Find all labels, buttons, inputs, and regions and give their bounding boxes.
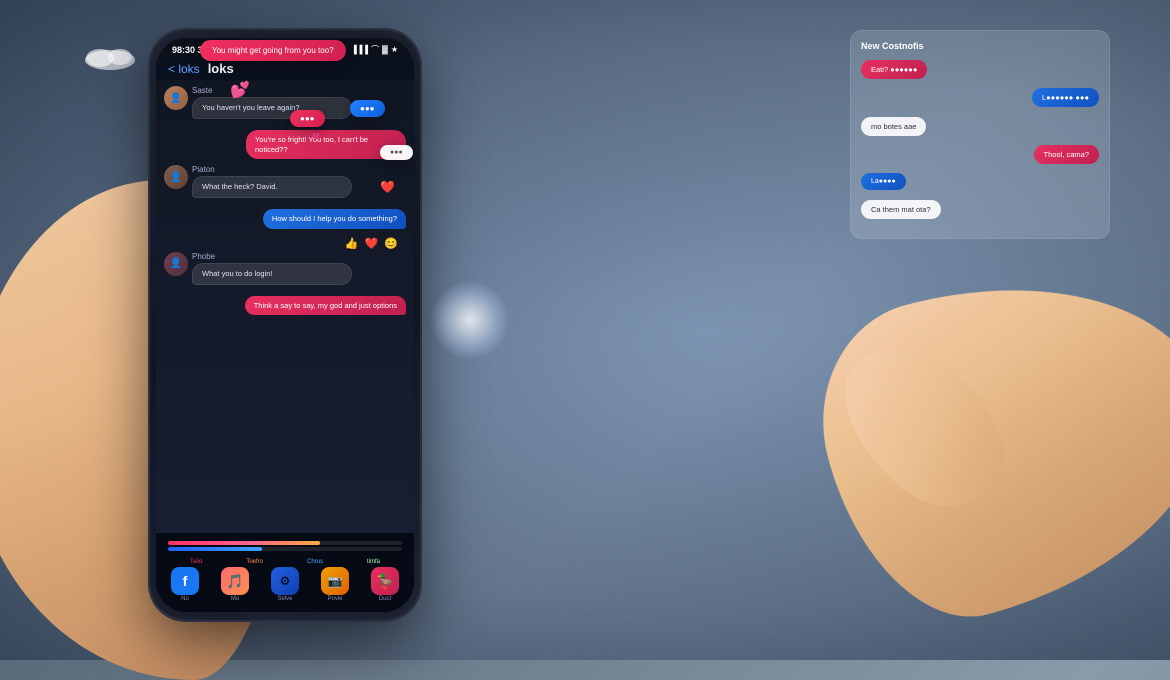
back-button[interactable]: < loks — [168, 62, 200, 76]
right-finger — [817, 319, 1029, 531]
phone-screen: 98:30 325 3:21 ▐▐▐ ⌒ ▓ ★ < loks loks 👤 — [156, 38, 414, 612]
bubble-piaton-1: What the heck? David. — [192, 176, 352, 198]
facebook-icon[interactable]: f — [171, 567, 199, 595]
cloud-row-4: Thool, cama? — [861, 145, 1099, 169]
progress-fill-1 — [168, 541, 320, 545]
avatar-piaton: 👤 — [164, 165, 188, 189]
cloud-bubble-2: L●●●●●● ●●● — [1032, 88, 1099, 107]
app-icon-wrap-music: 🎵 Mo — [221, 567, 249, 602]
cloud-bubble-1: Eati? ●●●●●● — [861, 60, 927, 79]
wifi-icon: ⌒ — [371, 44, 379, 55]
avatar-saste: 👤 — [164, 86, 188, 110]
progress-bar-2 — [168, 547, 402, 551]
heart-decoration-3: 💗 — [310, 130, 322, 141]
tab-labels: Talio Toefro Chrus timfa — [160, 557, 410, 567]
chat-content-piaton: Piaton What the heck? David. — [192, 165, 406, 201]
duck-icon[interactable]: 🦆 — [371, 567, 399, 595]
person-name-piaton: Piaton — [192, 165, 406, 174]
phone: 98:30 325 3:21 ▐▐▐ ⌒ ▓ ★ < loks loks 👤 — [150, 30, 420, 620]
tab-chrus[interactable]: Chrus — [307, 559, 323, 565]
app-icons-row: f No 🎵 Mo ⚙ Selve 📷 Povie — [160, 567, 410, 602]
bubble-phobe-1: What you to do login! — [192, 263, 352, 285]
reaction-row: 👍 ❤️ 😊 — [164, 235, 406, 252]
cloud-bubble-5: La●●●● — [861, 173, 906, 190]
right-bubble-2: How should I help you do something? — [164, 209, 406, 232]
cloud-row-1: Eati? ●●●●●● — [861, 59, 1099, 84]
floating-bubble-dots-2: ●●● — [290, 110, 325, 127]
music-icon[interactable]: 🎵 — [221, 567, 249, 595]
bubble-blue-1: How should I help you do something? — [263, 209, 406, 229]
right-bubble-3: Think a say to say, my god and just opti… — [164, 296, 406, 319]
chat-cloud: New Costnofis Eati? ●●●●●● L●●●●●● ●●● m… — [850, 30, 1110, 239]
person-name-phobe: Phobe — [192, 252, 406, 261]
app-label-duck: Duct — [379, 596, 391, 602]
heart-decoration-1: 💕 — [230, 80, 250, 100]
person-name-saste: Saste — [192, 86, 406, 95]
heart-react-icon[interactable]: ❤️ — [365, 237, 379, 250]
chat-person-piaton: 👤 Piaton What the heck? David. — [164, 165, 406, 201]
chat-cloud-title: New Costnofis — [861, 41, 1099, 51]
status-right-icons: ▐▐▐ ⌒ ▓ ★ — [351, 44, 398, 55]
signal-icon: ▐▐▐ — [351, 45, 368, 54]
bubble-saste-1: You haven't you leave again? — [192, 97, 352, 119]
app-label-music: Mo — [231, 596, 239, 602]
cloud-row-2: L●●●●●● ●●● — [861, 88, 1099, 112]
floating-bubble-dots-3: ●●● — [380, 145, 413, 160]
progress-bar-1 — [168, 541, 402, 545]
main-scene: 💕 ❤️ 💗 You might get going from you too?… — [0, 0, 1170, 660]
progress-fill-2 — [168, 547, 262, 551]
star-icon: ★ — [391, 45, 398, 54]
chat-area[interactable]: 👤 Saste You haven't you leave again? You… — [156, 80, 414, 474]
chat-person-phobe: 👤 Phobe What you to do login! — [164, 252, 406, 288]
battery-icon: ▓ — [382, 45, 388, 54]
games-icon[interactable]: ⚙ — [271, 567, 299, 595]
cloud-bubble-4: Thool, cama? — [1034, 145, 1099, 164]
avatar-phobe: 👤 — [164, 252, 188, 276]
cloud-bubble-6: Ca them mat ota? — [861, 200, 941, 219]
bottom-bar: Talio Toefro Chrus timfa f No 🎵 Mo — [156, 533, 414, 612]
app-icon-wrap-duck: 🦆 Duct — [371, 567, 399, 602]
app-label-selve: Selve — [277, 596, 292, 602]
app-icon-wrap-photos: 📷 Povie — [321, 567, 349, 602]
floating-bubble-dots-1: ●●● — [350, 100, 385, 117]
chat-content-phobe: Phobe What you to do login! — [192, 252, 406, 288]
tab-timfa[interactable]: timfa — [367, 559, 380, 565]
heart-decoration-2: ❤️ — [380, 180, 395, 194]
progress-area — [160, 539, 410, 555]
photos-icon[interactable]: 📷 — [321, 567, 349, 595]
cloud-decoration — [80, 40, 140, 75]
app-label-povie: Povie — [327, 596, 342, 602]
right-bubble-1: You're so fright! You too, I can't be no… — [164, 130, 406, 163]
cloud-row-3: mo botes aae — [861, 116, 1099, 141]
bubble-sent-2: Think a say to say, my god and just opti… — [245, 296, 406, 316]
like-icon[interactable]: 👍 — [345, 237, 359, 250]
floating-bubble-1: You might get going from you too? — [200, 40, 346, 61]
app-icon-wrap-fb: f No — [171, 567, 199, 602]
cloud-row-5: La●●●● — [861, 173, 1099, 195]
tab-toefro[interactable]: Toefro — [246, 559, 263, 565]
header-title: loks — [208, 61, 234, 76]
cloud-bubble-3: mo botes aae — [861, 117, 926, 136]
smile-icon[interactable]: 😊 — [384, 237, 398, 250]
app-icon-wrap-games: ⚙ Selve — [271, 567, 299, 602]
cloud-row-6: Ca them mat ota? — [861, 199, 1099, 224]
tab-talio[interactable]: Talio — [190, 559, 202, 565]
app-label-fb: No — [181, 596, 189, 602]
